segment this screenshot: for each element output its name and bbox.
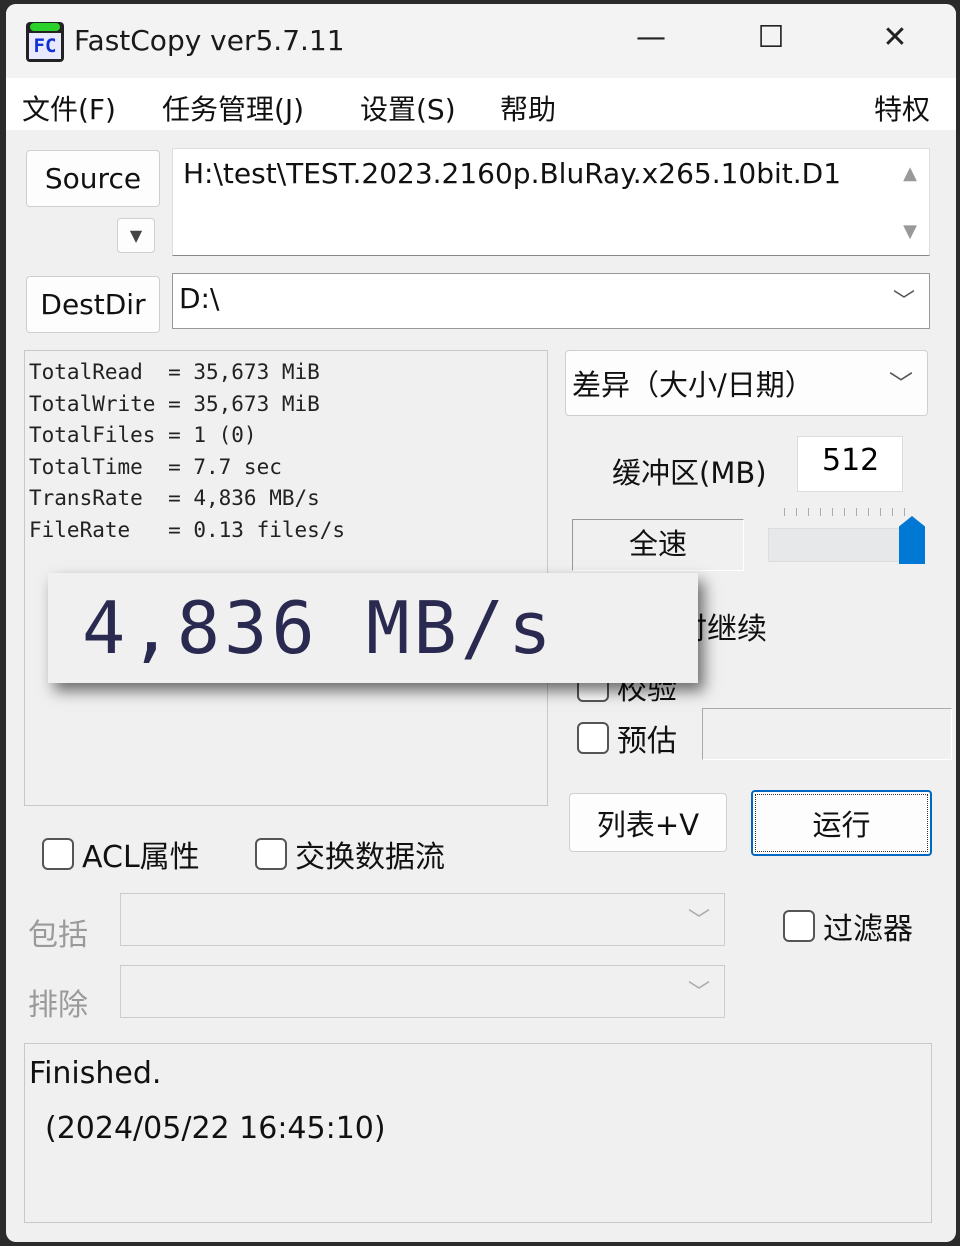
close-button[interactable]: ✕ [870, 20, 920, 55]
checkbox-label: 交换数据流 [295, 840, 445, 875]
status-timestamp: (2024/05/22 16:45:10) [45, 1111, 386, 1146]
checkbox-box [255, 838, 287, 870]
list-verify-button[interactable]: 列表+V [569, 793, 727, 852]
exclude-label: 排除 [28, 988, 88, 1023]
source-history-dropdown[interactable]: ▼ [117, 218, 155, 253]
copy-mode-select[interactable]: 差异（大小/日期） ﹀ [565, 350, 928, 416]
menu-help[interactable]: 帮助 [500, 88, 556, 128]
destdir-button[interactable]: DestDir [26, 276, 160, 333]
checkbox-box [577, 722, 609, 754]
menu-jobs[interactable]: 任务管理(J) [162, 88, 304, 128]
status-panel: Finished. (2024/05/22 16:45:10) [24, 1043, 932, 1223]
run-button[interactable]: 运行 [751, 790, 932, 856]
chevron-down-icon: ﹀ [687, 907, 710, 933]
minimize-button[interactable]: — [626, 20, 676, 55]
stat-file-rate: FileRate = 0.13 files/s [29, 517, 346, 542]
menu-file[interactable]: 文件(F) [22, 88, 116, 128]
checkbox-label: 预估 [617, 724, 677, 759]
source-path-input[interactable]: H:\test\TEST.2023.2160p.BluRay.x265.10bi… [172, 148, 930, 256]
include-label: 包括 [28, 918, 88, 953]
estimate-field [702, 708, 952, 760]
status-message: Finished. [29, 1056, 162, 1091]
filter-checkbox[interactable]: 过滤器 [783, 904, 913, 948]
stat-total-time: TotalTime = 7.7 sec [29, 454, 282, 479]
menu-settings[interactable]: 设置(S) [360, 88, 456, 128]
include-combo[interactable]: ﹀ [120, 893, 725, 946]
chevron-down-icon: ﹀ [889, 369, 913, 398]
buffer-input[interactable]: 512 [797, 436, 903, 492]
maximize-button[interactable]: ☐ [746, 20, 796, 55]
ads-checkbox[interactable]: 交换数据流 [255, 832, 445, 876]
chevron-down-icon: ﹀ [892, 289, 915, 315]
speed-overlay: 4,836 MB/s [48, 573, 698, 683]
stat-trans-rate: TransRate = 4,836 MB/s [29, 486, 320, 510]
destdir-combo[interactable]: D:\ ﹀ [172, 273, 930, 329]
full-speed-button[interactable]: 全速 [572, 519, 744, 571]
speed-slider[interactable] [768, 528, 918, 562]
triangle-down-icon: ▼ [129, 226, 143, 245]
checkbox-box [42, 838, 74, 870]
scroll-up-icon[interactable]: ▲ [903, 163, 917, 184]
fastcopy-window: FC FastCopy ver5.7.11 — ☐ ✕ 文件(F) 任务管理(J… [6, 4, 956, 1242]
chevron-down-icon: ﹀ [687, 979, 710, 1005]
buffer-label: 缓冲区(MB) [612, 456, 767, 490]
source-button[interactable]: Source [26, 150, 160, 207]
source-path-text: H:\test\TEST.2023.2160p.BluRay.x265.10bi… [183, 157, 842, 190]
window-title: FastCopy ver5.7.11 [74, 24, 345, 57]
copy-mode-value: 差异（大小/日期） [572, 368, 814, 402]
stat-total-read: TotalRead = 35,673 MiB [29, 360, 320, 384]
destdir-value: D:\ [179, 282, 220, 315]
stat-total-files: TotalFiles = 1 (0) [29, 423, 257, 447]
fastcopy-logo-icon: FC [26, 22, 64, 62]
slider-ticks [784, 508, 914, 516]
estimate-checkbox[interactable]: 预估 [577, 716, 677, 760]
exclude-combo[interactable]: ﹀ [120, 965, 725, 1018]
checkbox-label: 过滤器 [823, 912, 913, 947]
menu-admin[interactable]: 特权 [874, 88, 930, 128]
acl-checkbox[interactable]: ACL属性 [42, 832, 200, 876]
checkbox-label: ACL属性 [82, 840, 200, 875]
speed-slider-thumb[interactable] [899, 516, 925, 564]
stat-total-write: TotalWrite = 35,673 MiB [29, 391, 320, 416]
checkbox-box [783, 910, 815, 942]
menu-bar [6, 78, 956, 130]
scroll-down-icon[interactable]: ▼ [903, 221, 917, 242]
